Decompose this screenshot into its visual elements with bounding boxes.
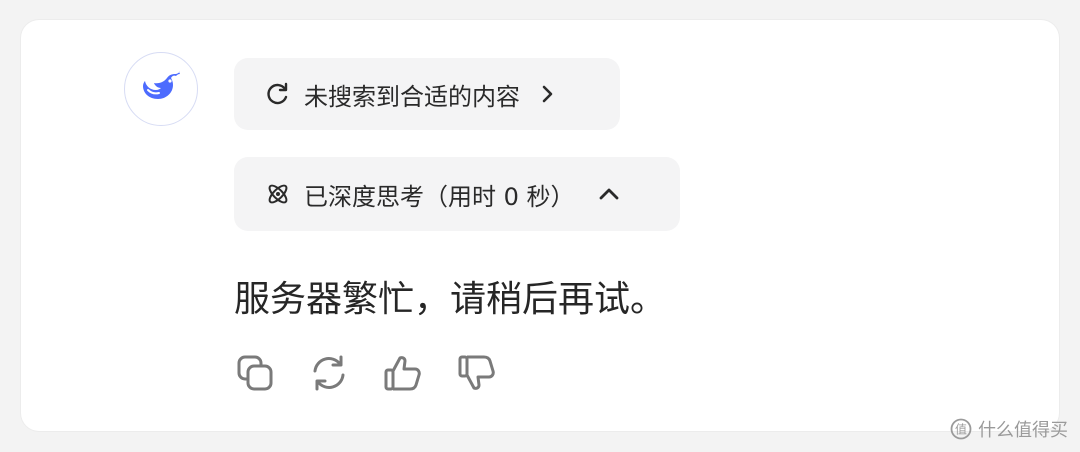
chevron-right-icon [536,82,560,106]
assistant-message-text: 服务器繁忙，请稍后再试。 [234,279,667,320]
copy-button[interactable] [234,354,276,396]
regenerate-button[interactable] [308,354,350,396]
watermark-logo-icon: 值 [950,418,972,440]
refresh-icon [309,353,349,397]
dislike-button[interactable] [456,354,498,396]
assistant-avatar [124,52,198,126]
copy-icon [235,353,275,397]
site-watermark: 值 什么值得买 [950,416,1068,442]
thumbs-up-icon [383,353,423,397]
deep-think-label: 已深度思考（用时 0 秒） [304,182,575,211]
whale-logo-icon [140,70,182,108]
search-result-pill[interactable]: 未搜索到合适的内容 [234,58,620,130]
search-refresh-icon [264,80,292,108]
thumbs-down-icon [457,353,497,397]
message-action-bar [234,354,498,396]
search-pill-label: 未搜索到合适的内容 [304,82,520,111]
atom-icon [264,180,292,208]
like-button[interactable] [382,354,424,396]
svg-text:值: 值 [955,422,967,437]
watermark-text: 什么值得买 [978,420,1068,441]
chevron-up-icon [597,182,621,206]
deep-think-pill[interactable]: 已深度思考（用时 0 秒） [234,157,680,231]
